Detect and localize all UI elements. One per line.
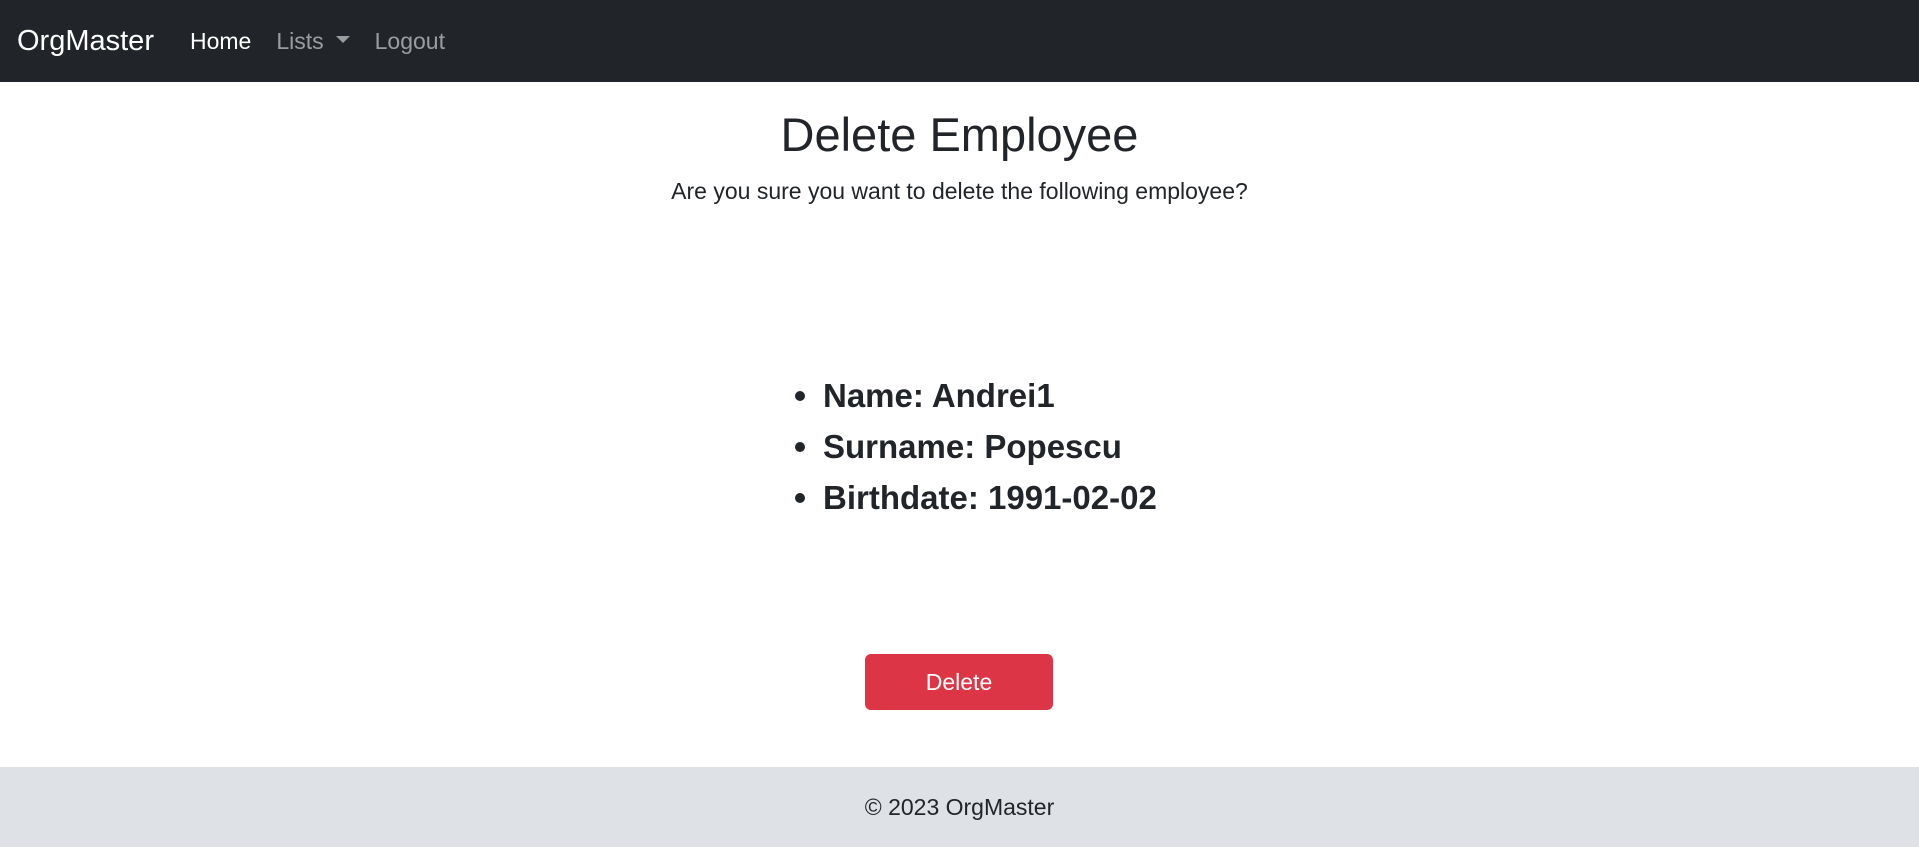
employee-name: Name: Andrei1 — [823, 376, 1055, 414]
top-navbar: OrgMaster Home Lists Logout — [0, 0, 1919, 82]
list-item: Birthdate: 1991-02-02 — [795, 472, 1157, 523]
employee-details-list: Name: Andrei1 Surname: Popescu Birthdate… — [795, 370, 1157, 523]
list-item: Surname: Popescu — [795, 421, 1157, 472]
brand-link[interactable]: OrgMaster — [17, 26, 154, 56]
bullet-icon — [795, 441, 805, 452]
employee-surname: Surname: Popescu — [823, 427, 1122, 465]
delete-button[interactable]: Delete — [865, 654, 1053, 710]
nav-lists-dropdown[interactable]: Lists — [276, 27, 350, 54]
confirmation-message: Are you sure you want to delete the foll… — [671, 178, 1248, 204]
chevron-down-icon — [335, 35, 350, 43]
list-item: Name: Andrei1 — [795, 370, 1157, 421]
employee-birthdate: Birthdate: 1991-02-02 — [823, 478, 1157, 516]
nav-logout-link[interactable]: Logout — [375, 29, 445, 53]
footer-copyright: © 2023 OrgMaster — [864, 793, 1055, 820]
bullet-icon — [795, 492, 805, 503]
main-content: Delete Employee Are you sure you want to… — [0, 82, 1919, 767]
nav-home-link[interactable]: Home — [190, 29, 251, 53]
bullet-icon — [795, 390, 805, 401]
footer: © 2023 OrgMaster — [0, 767, 1919, 847]
nav-lists-label: Lists — [276, 27, 324, 54]
page-title: Delete Employee — [780, 108, 1139, 161]
